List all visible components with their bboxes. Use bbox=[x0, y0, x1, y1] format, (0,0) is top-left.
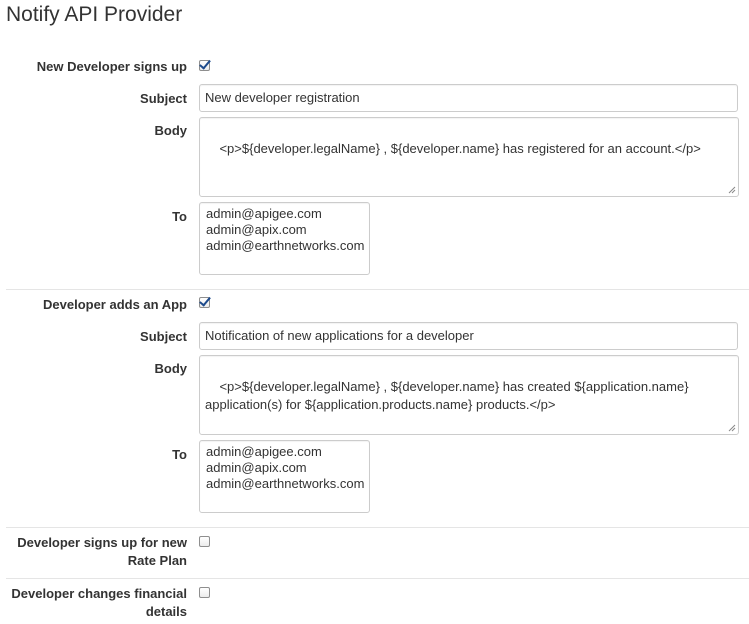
page-title: Notify API Provider bbox=[6, 3, 183, 26]
notification-label: Developer adds an App bbox=[43, 297, 187, 312]
recipient-item[interactable]: admin@earthnetworks.com bbox=[206, 238, 364, 254]
notification-label: New Developer signs up bbox=[36, 59, 187, 74]
to-recipients-list[interactable]: admin@apigee.com admin@apix.com admin@ea… bbox=[199, 440, 370, 513]
body-text: <p>${developer.legalName} , ${developer.… bbox=[219, 141, 701, 156]
to-recipients-list[interactable]: admin@apigee.com admin@apix.com admin@ea… bbox=[199, 202, 370, 275]
body-label: Body bbox=[154, 361, 188, 376]
resize-grip-icon[interactable] bbox=[728, 424, 736, 432]
section-divider bbox=[6, 527, 749, 528]
subject-input[interactable]: Notification of new applications for a d… bbox=[199, 322, 738, 350]
financial-details-checkbox[interactable] bbox=[199, 587, 210, 598]
to-label: To bbox=[172, 447, 187, 462]
body-textarea[interactable]: <p>${developer.legalName} , ${developer.… bbox=[199, 355, 739, 435]
rate-plan-checkbox[interactable] bbox=[199, 536, 210, 547]
adds-app-checkbox[interactable] bbox=[199, 297, 210, 308]
resize-grip-icon[interactable] bbox=[728, 186, 736, 194]
recipient-item[interactable]: admin@apix.com bbox=[206, 222, 363, 238]
section-divider bbox=[6, 578, 749, 579]
section-divider bbox=[6, 289, 749, 290]
body-text: <p>${developer.legalName} , ${developer.… bbox=[205, 379, 693, 412]
body-textarea[interactable]: <p>${developer.legalName} , ${developer.… bbox=[199, 117, 739, 197]
notification-label: Developer changes financial details bbox=[11, 586, 187, 619]
recipient-item[interactable]: admin@apigee.com bbox=[206, 206, 363, 222]
recipient-item[interactable]: admin@earthnetworks.com bbox=[206, 476, 364, 492]
new-developer-checkbox[interactable] bbox=[199, 60, 210, 71]
recipient-item[interactable]: admin@apix.com bbox=[206, 460, 363, 476]
body-label: Body bbox=[154, 123, 188, 138]
notification-label: Developer signs up for new Rate Plan bbox=[17, 535, 187, 568]
to-label: To bbox=[172, 209, 187, 224]
subject-label: Subject bbox=[140, 329, 187, 344]
subject-input[interactable]: New developer registration bbox=[199, 84, 738, 112]
subject-label: Subject bbox=[140, 91, 187, 106]
recipient-item[interactable]: admin@apigee.com bbox=[206, 444, 363, 460]
